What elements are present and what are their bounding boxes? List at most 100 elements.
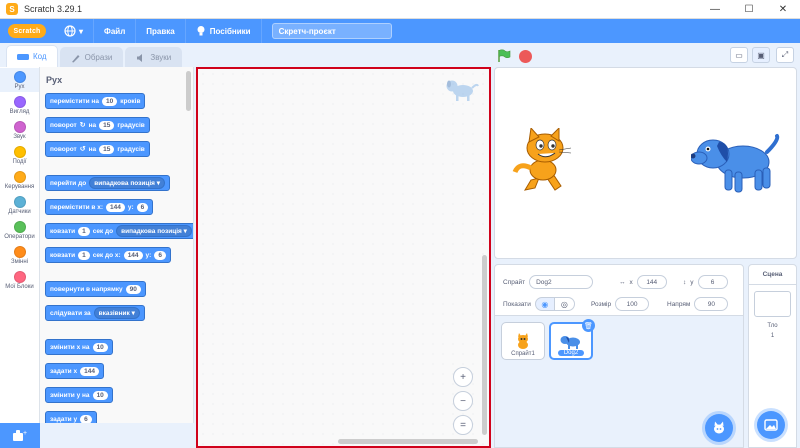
menu-bar: Scratch ▾ Файл Правка Посібники Скретч-п… (0, 19, 800, 43)
speaker-icon (137, 53, 143, 62)
sprite-tile-sprite1[interactable]: Спрайт1 (501, 322, 545, 360)
image-add-icon (764, 419, 778, 431)
category-variables[interactable]: Змінні (0, 243, 39, 267)
block-input[interactable]: 144 (106, 202, 125, 212)
choose-backdrop-button[interactable] (757, 411, 785, 439)
block-input[interactable]: 15 (99, 144, 115, 154)
block-set-y[interactable]: задати у 6 (45, 411, 97, 423)
block-turn-left[interactable]: поворот ↺ на 15 градусів (45, 141, 150, 157)
block-input[interactable]: 144 (123, 250, 143, 260)
block-input[interactable]: 15 (99, 120, 115, 130)
block-point-towards[interactable]: слідувати за вказівник ▾ (45, 305, 145, 321)
cat-sprite-icon[interactable] (511, 128, 579, 192)
language-menu[interactable]: ▾ (54, 19, 95, 43)
project-title-input[interactable]: Скретч-проєкт (271, 23, 392, 39)
block-input[interactable]: 10 (92, 390, 108, 400)
tab-code[interactable]: Код (6, 45, 58, 67)
block-input[interactable]: 6 (80, 414, 92, 423)
zoom-reset-button[interactable]: = (453, 415, 473, 435)
block-text: на (88, 121, 97, 129)
block-set-x[interactable]: задати x 144 (45, 363, 104, 379)
script-area[interactable]: + − = (196, 67, 491, 448)
scratch-logo[interactable]: Scratch (8, 24, 46, 38)
block-input[interactable]: 1 (78, 226, 90, 236)
block-change-x[interactable]: змінити x на 10 (45, 339, 113, 355)
extension-icon: + (13, 429, 27, 441)
category-sensing[interactable]: Датчики (0, 193, 39, 217)
brush-icon (71, 54, 80, 62)
block-point-direction[interactable]: повернути в напрямку 90 (45, 281, 146, 297)
block-input[interactable]: 1 (78, 250, 90, 260)
motion-dot-icon (13, 70, 26, 83)
hide-sprite-button[interactable]: ◎ (554, 297, 575, 311)
category-looks[interactable]: Вигляд (0, 93, 39, 117)
sound-dot-icon (13, 120, 26, 133)
minimize-button[interactable]: — (698, 0, 732, 19)
block-dropdown[interactable]: випадкова позиція ▾ (116, 225, 192, 237)
block-dropdown[interactable]: випадкова позиція ▾ (89, 177, 166, 189)
sprite-tile-dog2[interactable]: 🗑 Dog2 (549, 319, 595, 360)
block-text: ковзати (50, 227, 76, 235)
script-vertical-scrollbar[interactable] (482, 255, 487, 435)
x-label: x (629, 278, 633, 286)
show-sprite-button[interactable]: ◉ (534, 297, 555, 311)
block-move-steps[interactable]: перемістити на 10 кроків (45, 93, 146, 109)
choose-sprite-button[interactable] (705, 414, 733, 442)
block-input[interactable]: 144 (80, 366, 99, 376)
dog-sprite-icon[interactable] (691, 132, 781, 198)
dog-sprite-thumbnail-icon (446, 80, 479, 101)
block-go-to-xy[interactable]: перемістити в x: 144 y: 6 (45, 199, 154, 215)
close-button[interactable]: ✕ (766, 0, 800, 19)
block-go-to[interactable]: перейти до випадкова позиція ▾ (45, 175, 171, 191)
stage-canvas[interactable] (494, 67, 797, 259)
block-change-y[interactable]: змінити у на 10 (45, 387, 113, 403)
sprite-name-input[interactable]: Dog2 (529, 275, 594, 289)
category-events[interactable]: Події (0, 143, 39, 167)
block-input[interactable]: 10 (101, 96, 118, 106)
zoom-out-button[interactable]: − (453, 391, 473, 411)
block-text: задати x (50, 367, 78, 375)
block-glide-to[interactable]: ковзати 1 сек до випадкова позиція ▾ (45, 223, 193, 239)
category-my-blocks[interactable]: Мої Блоки (0, 268, 39, 292)
y-label: y (690, 278, 694, 286)
block-text: перейти до (50, 179, 87, 187)
block-turn-right[interactable]: поворот ↻ на 15 градусів (45, 117, 150, 133)
size-input[interactable]: 100 (615, 297, 650, 311)
tab-costumes[interactable]: Образи (59, 47, 124, 67)
large-stage-icon[interactable]: ▣ (752, 47, 770, 63)
block-input[interactable]: 6 (154, 250, 166, 260)
edit-menu[interactable]: Правка (136, 19, 186, 43)
add-extension-button[interactable]: + (0, 423, 40, 448)
block-input[interactable]: 6 (136, 202, 149, 212)
small-stage-icon[interactable]: ▭ (730, 47, 748, 63)
show-label: Показати (503, 300, 531, 308)
block-text: y: (145, 251, 152, 259)
stage-thumbnail[interactable] (754, 291, 791, 317)
block-dropdown[interactable]: вказівник ▾ (93, 307, 140, 319)
tab-sounds[interactable]: Звуки (125, 47, 183, 67)
block-input[interactable]: 10 (92, 342, 108, 352)
fullscreen-icon[interactable]: ⤢ (776, 47, 794, 63)
script-horizontal-scrollbar[interactable] (338, 439, 478, 444)
category-control[interactable]: Керування (0, 168, 39, 192)
category-label: Оператори (4, 233, 35, 240)
green-flag-icon[interactable] (497, 49, 511, 63)
x-position-input[interactable]: 144 (636, 275, 667, 289)
maximize-button[interactable]: ☐ (732, 0, 766, 19)
delete-sprite-button[interactable]: 🗑 (582, 319, 595, 332)
direction-input[interactable]: 90 (694, 297, 729, 311)
stage-target-panel[interactable]: Сцена Тло 1 (748, 264, 797, 448)
stop-icon[interactable] (519, 49, 532, 63)
category-sound[interactable]: Звук (0, 118, 39, 142)
category-operators[interactable]: Оператори (0, 218, 39, 242)
tutorials-menu[interactable]: Посібники (186, 19, 262, 43)
category-motion[interactable]: Рух (0, 68, 39, 92)
zoom-in-button[interactable]: + (453, 367, 473, 387)
palette-scrollbar[interactable] (186, 71, 191, 111)
rotate-right-icon: ↻ (79, 122, 86, 129)
file-menu[interactable]: Файл (94, 19, 137, 43)
block-input[interactable]: 90 (125, 284, 141, 294)
block-glide-xy[interactable]: ковзати 1 сек до x: 144 y: 6 (45, 247, 171, 263)
y-position-input[interactable]: 6 (697, 275, 728, 289)
events-dot-icon (13, 145, 26, 158)
